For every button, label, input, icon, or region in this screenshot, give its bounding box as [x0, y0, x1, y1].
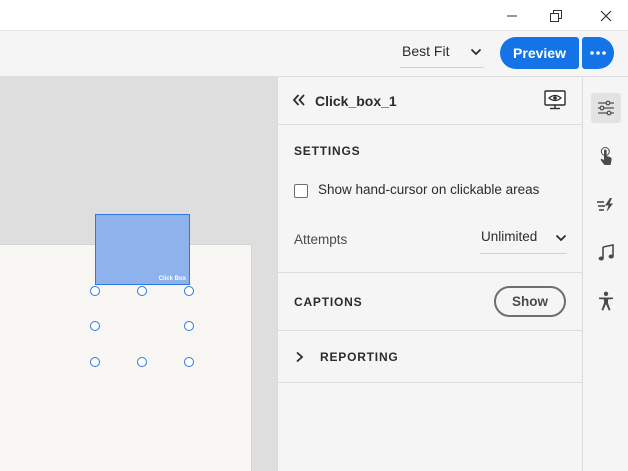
more-icon: [590, 51, 606, 55]
preview-button[interactable]: Preview: [500, 37, 579, 69]
rail-interaction-button[interactable]: [591, 142, 621, 172]
minimize-icon: [507, 15, 517, 16]
resize-handle-top-right[interactable]: [184, 286, 194, 296]
panel-header: Click_box_1: [278, 77, 583, 125]
resize-handle-left[interactable]: [90, 321, 100, 331]
chevron-right-icon: [296, 351, 304, 363]
resize-handle-bottom-left[interactable]: [90, 357, 100, 367]
object-name: Click_box_1: [315, 93, 397, 109]
interaction-icon: [600, 147, 612, 165]
resize-handle-top-left[interactable]: [90, 286, 100, 296]
attempts-value: Unlimited: [481, 229, 538, 244]
hand-cursor-label[interactable]: Show hand-cursor on clickable areas: [318, 182, 539, 197]
settings-section: SETTINGS Show hand-cursor on clickable a…: [278, 125, 583, 273]
click-box-caption: Click Box: [158, 276, 186, 282]
click-box[interactable]: Click Box: [95, 214, 190, 285]
attempts-dropdown[interactable]: Unlimited: [480, 223, 567, 254]
close-button[interactable]: [584, 0, 628, 31]
show-captions-button[interactable]: Show: [494, 286, 566, 317]
rail-animation-button[interactable]: [591, 190, 621, 220]
rail-accessibility-button[interactable]: [591, 286, 621, 316]
restore-button[interactable]: [534, 0, 578, 31]
chevron-down-icon: [470, 48, 482, 56]
properties-panel: Click_box_1 SETTINGS Show hand-cursor on…: [277, 77, 583, 471]
audio-icon: [598, 244, 614, 261]
rail-audio-button[interactable]: [591, 238, 621, 268]
minimize-button[interactable]: [490, 0, 534, 31]
right-rail: [582, 77, 628, 471]
reporting-title: REPORTING: [320, 350, 399, 364]
more-options-button[interactable]: [582, 37, 614, 69]
animation-icon: [597, 198, 613, 212]
toolbar: Best Fit Preview: [0, 31, 628, 77]
double-chevron-left-icon[interactable]: [292, 93, 306, 107]
reporting-section[interactable]: REPORTING: [278, 331, 583, 383]
window-titlebar: [0, 0, 628, 31]
captions-section: CAPTIONS Show: [278, 273, 583, 331]
settings-title: SETTINGS: [294, 144, 361, 158]
accessibility-icon: [599, 291, 613, 311]
hand-cursor-checkbox[interactable]: [294, 184, 308, 198]
zoom-dropdown[interactable]: Best Fit: [400, 37, 484, 68]
resize-handle-bottom[interactable]: [137, 357, 147, 367]
attempts-label: Attempts: [294, 232, 348, 247]
zoom-value: Best Fit: [402, 43, 450, 59]
restore-icon: [550, 9, 562, 22]
preview-visibility-icon[interactable]: [544, 90, 566, 110]
resize-handle-top[interactable]: [137, 286, 147, 296]
chevron-down-icon: [555, 234, 567, 242]
resize-handle-bottom-right[interactable]: [184, 357, 194, 367]
resize-handle-right[interactable]: [184, 321, 194, 331]
rail-properties-button[interactable]: [591, 93, 621, 123]
properties-icon: [598, 100, 614, 116]
close-icon: [600, 10, 612, 21]
captions-title: CAPTIONS: [294, 295, 363, 309]
